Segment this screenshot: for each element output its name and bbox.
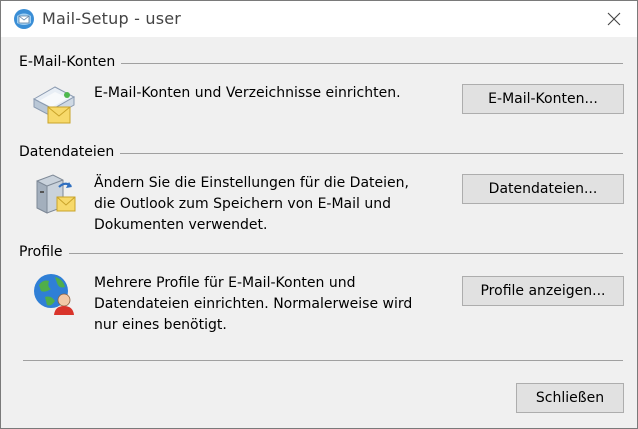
- data-files-description: Ändern Sie die Einstellungen für die Dat…: [94, 173, 454, 236]
- section-label-profiles: Profile: [19, 244, 69, 260]
- email-accounts-button[interactable]: E-Mail-Konten...: [462, 84, 624, 114]
- mail-setup-dialog: Mail-Setup - user E-Mail-Konten E-Mail-K…: [0, 0, 638, 429]
- close-window-button[interactable]: [591, 1, 637, 37]
- data-files-description-line: Ändern Sie die Einstellungen für die Dat…: [94, 175, 409, 191]
- title-bar: Mail-Setup - user: [1, 1, 637, 37]
- profiles-description-line: nur eines benötigt.: [94, 317, 227, 333]
- data-files-icon: [36, 174, 76, 214]
- email-accounts-description: E-Mail-Konten und Verzeichnisse einricht…: [94, 85, 401, 101]
- section-divider: [21, 253, 623, 254]
- section-label-data-files: Datendateien: [19, 144, 121, 160]
- data-files-button[interactable]: Datendateien...: [462, 174, 624, 204]
- profiles-description-line: Datendateien einrichten. Normalerweise w…: [94, 296, 413, 312]
- profiles-icon: [34, 274, 74, 315]
- profiles-description-line: Mehrere Profile für E-Mail-Konten und: [94, 275, 356, 291]
- close-icon: [607, 12, 621, 26]
- mail-setup-app-icon: [14, 9, 34, 29]
- show-profiles-button[interactable]: Profile anzeigen...: [462, 276, 624, 306]
- window-title: Mail-Setup - user: [42, 9, 182, 28]
- data-files-description-line: die Outlook zum Speichern von E-Mail und: [94, 196, 391, 212]
- data-files-description-line: Dokumenten verwendet.: [94, 217, 268, 233]
- section-label-email-accounts: E-Mail-Konten: [19, 54, 122, 70]
- close-button[interactable]: Schließen: [516, 383, 624, 413]
- footer-divider: [23, 360, 623, 361]
- profiles-description: Mehrere Profile für E-Mail-Konten und Da…: [94, 273, 454, 336]
- email-accounts-icon: [32, 86, 76, 124]
